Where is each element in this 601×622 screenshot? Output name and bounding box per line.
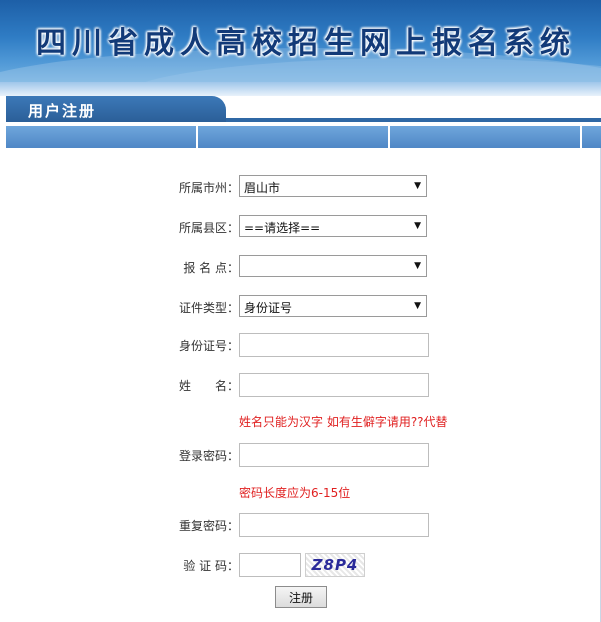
captcha-row: 验 证 码： Z8P4 bbox=[6, 553, 601, 577]
password-label: 登录密码： bbox=[178, 449, 239, 463]
idnum-label: 身份证号： bbox=[178, 339, 239, 353]
county-label: 所属县区： bbox=[178, 221, 239, 235]
name-row: 姓 名： bbox=[6, 373, 601, 397]
idtype-label: 证件类型： bbox=[178, 301, 239, 315]
header-banner: 四川省成人高校招生网上报名系统 bbox=[0, 0, 601, 82]
name-hint: 姓名只能为汉字 如有生僻字请用??代替 bbox=[239, 415, 448, 429]
name-input[interactable] bbox=[239, 373, 429, 397]
idnum-row: 身份证号： bbox=[6, 333, 601, 357]
captcha-input[interactable] bbox=[239, 553, 301, 577]
nav-cell bbox=[6, 126, 198, 148]
nav-bar bbox=[6, 126, 601, 148]
registration-form: 所属市州： 眉山市 ▼ 所属县区： ==请选择== ▼ 报 名 点： ▼ 证件类… bbox=[6, 148, 601, 622]
captcha-label: 验 证 码： bbox=[183, 559, 239, 573]
repeat-password-input[interactable] bbox=[239, 513, 429, 537]
page-title: 用户注册 bbox=[28, 102, 97, 120]
city-row: 所属市州： 眉山市 ▼ bbox=[6, 175, 601, 199]
nav-cell bbox=[390, 126, 582, 148]
site-label: 报 名 点： bbox=[183, 261, 239, 275]
repeat-password-label: 重复密码： bbox=[178, 519, 239, 533]
city-label: 所属市州： bbox=[178, 181, 239, 195]
nav-cell bbox=[198, 126, 390, 148]
password-input[interactable] bbox=[239, 443, 429, 467]
name-label: 姓 名： bbox=[178, 379, 239, 393]
id-number-input[interactable] bbox=[239, 333, 429, 357]
site-select[interactable]: ▼ bbox=[239, 255, 427, 277]
idtype-row: 证件类型： 身份证号 ▼ bbox=[6, 295, 601, 319]
repeat-password-row: 重复密码： bbox=[6, 513, 601, 537]
county-row: 所属县区： ==请选择== ▼ bbox=[6, 215, 601, 239]
section-tab: 用户注册 bbox=[6, 96, 226, 122]
city-select-value: 眉山市 bbox=[244, 181, 281, 195]
dropdown-arrow-icon: ▼ bbox=[414, 301, 421, 311]
banner-divider bbox=[0, 82, 601, 96]
section-header: 用户注册 bbox=[0, 96, 601, 126]
register-button[interactable]: 注册 bbox=[275, 586, 327, 608]
submit-row: 注册 bbox=[6, 586, 601, 610]
captcha-image[interactable]: Z8P4 bbox=[305, 553, 365, 577]
idtype-select-value: 身份证号 bbox=[244, 301, 293, 315]
password-row: 登录密码： bbox=[6, 443, 601, 467]
dropdown-arrow-icon: ▼ bbox=[414, 181, 421, 191]
site-row: 报 名 点： ▼ bbox=[6, 255, 601, 279]
dropdown-arrow-icon: ▼ bbox=[414, 221, 421, 231]
site-title: 四川省成人高校招生网上报名系统 bbox=[36, 26, 576, 61]
dropdown-arrow-icon: ▼ bbox=[414, 261, 421, 271]
county-select[interactable]: ==请选择== ▼ bbox=[239, 215, 427, 237]
idtype-select[interactable]: 身份证号 ▼ bbox=[239, 295, 427, 317]
city-select[interactable]: 眉山市 ▼ bbox=[239, 175, 427, 197]
nav-cell bbox=[582, 126, 599, 148]
password-hint: 密码长度应为6-15位 bbox=[239, 486, 351, 500]
county-select-value: ==请选择== bbox=[244, 221, 321, 235]
